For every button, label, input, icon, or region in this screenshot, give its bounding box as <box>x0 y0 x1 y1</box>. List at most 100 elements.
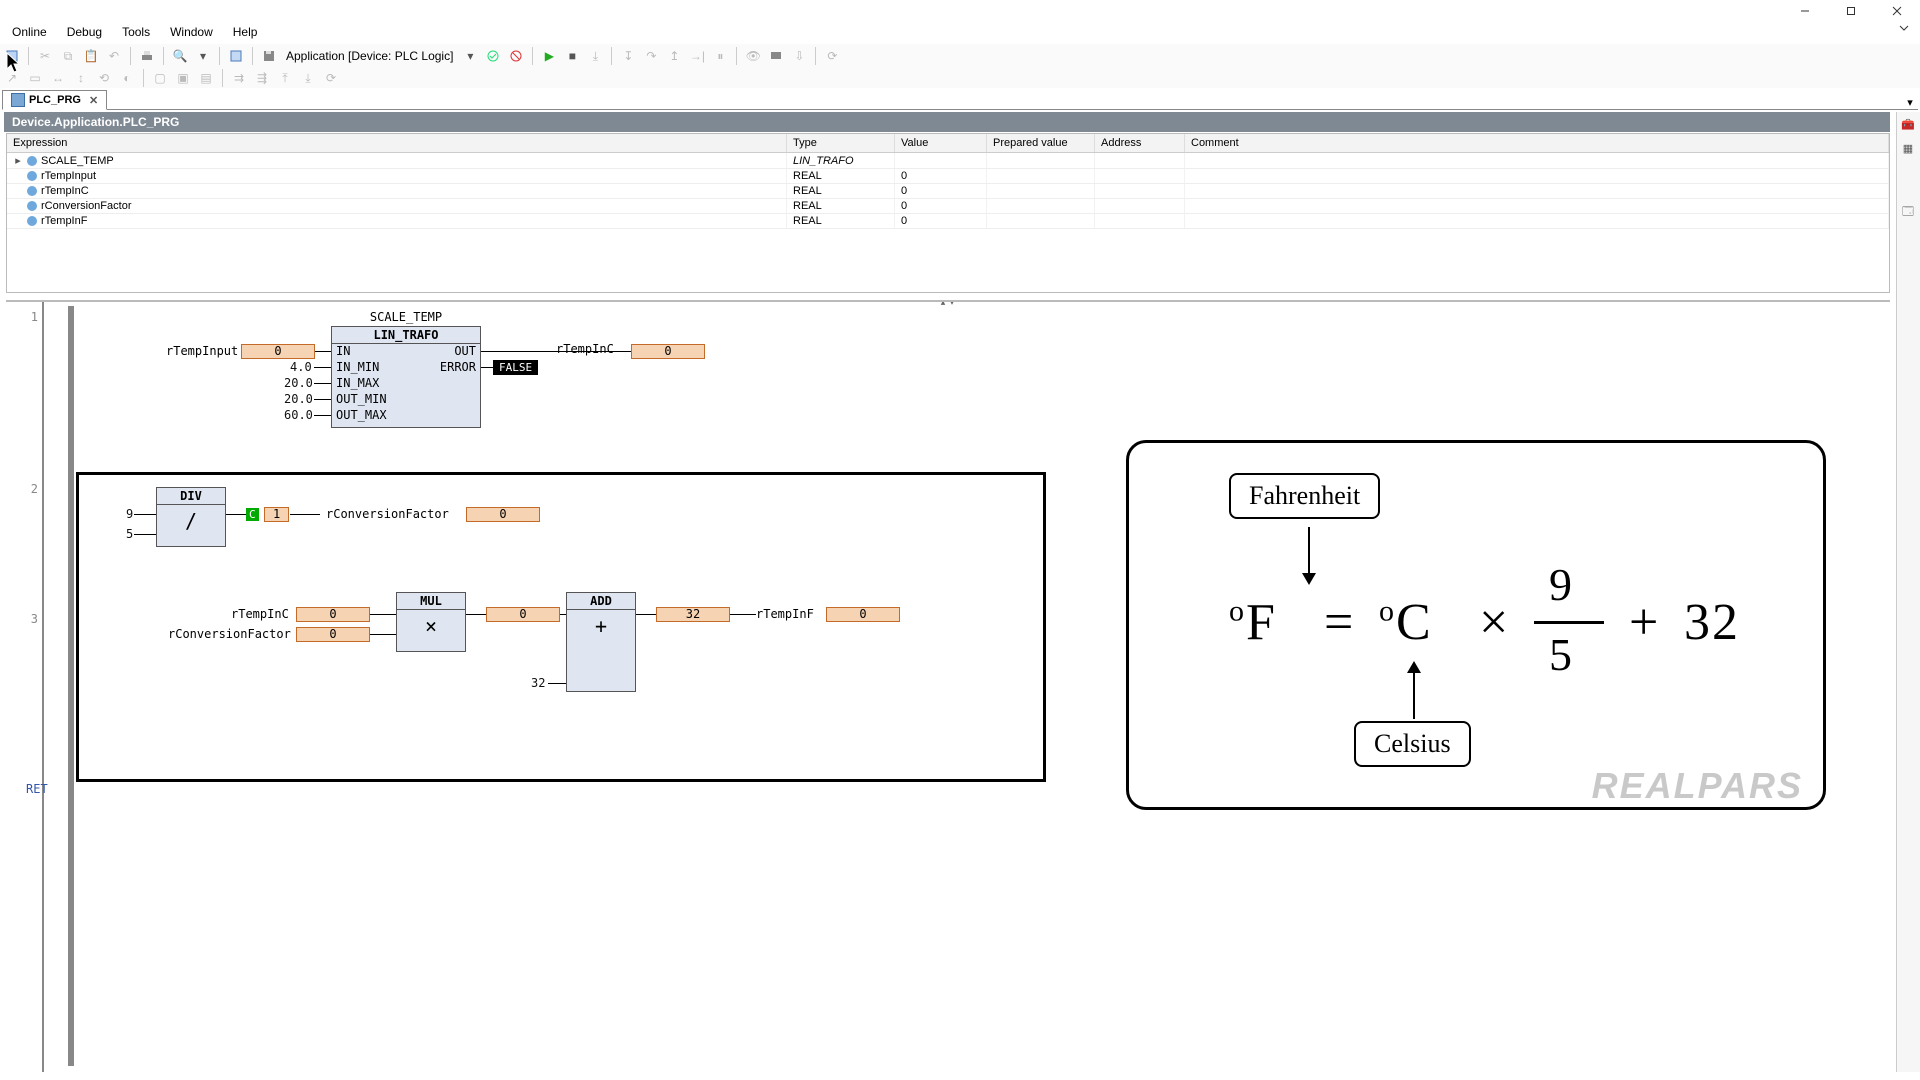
menubar-collapse-icon[interactable] <box>1898 22 1910 37</box>
tool-watch-icon[interactable]: 👁 <box>743 46 763 66</box>
tab-close-icon[interactable]: ✕ <box>85 94 98 107</box>
cfc-tool-7-icon[interactable]: ▢ <box>150 68 170 88</box>
tool-build-icon[interactable] <box>226 46 246 66</box>
var-rtempinc-label[interactable]: rTempInC <box>231 607 289 621</box>
const-out-min[interactable]: 20.0 <box>284 392 313 406</box>
col-expression[interactable]: Expression <box>7 134 787 152</box>
value-rtempinf[interactable]: 0 <box>826 607 900 622</box>
tool-paste-icon[interactable]: 📋 <box>81 46 101 66</box>
menu-window[interactable]: Window <box>160 22 223 42</box>
var-value[interactable]: 0 <box>895 214 987 228</box>
tool-stop-icon[interactable]: ■ <box>562 46 582 66</box>
table-row[interactable]: rTempInC REAL 0 <box>7 184 1889 199</box>
menu-online[interactable]: Online <box>2 22 57 42</box>
menu-tools[interactable]: Tools <box>112 22 160 42</box>
tool-cut-icon[interactable]: ✂ <box>35 46 55 66</box>
port-out[interactable]: OUT <box>454 344 476 358</box>
port-in-max[interactable]: IN_MAX <box>336 376 379 390</box>
cfc-tool-8-icon[interactable]: ▣ <box>173 68 193 88</box>
tool-stepout-icon[interactable]: ↥ <box>664 46 684 66</box>
port-error[interactable]: ERROR <box>440 360 476 374</box>
value-rtempinput[interactable]: 0 <box>241 344 315 359</box>
cfc-tool-5-icon[interactable]: ⟲ <box>94 68 114 88</box>
var-prepared[interactable] <box>987 184 1095 198</box>
tool-copy-icon[interactable]: ⧉ <box>58 46 78 66</box>
value-add-a[interactable]: 32 <box>656 607 730 622</box>
value-div-out[interactable]: 1 <box>264 507 289 522</box>
var-value[interactable]: 0 <box>895 184 987 198</box>
tool-display-icon[interactable] <box>766 46 786 66</box>
const-9[interactable]: 9 <box>126 507 133 521</box>
var-value[interactable]: 0 <box>895 169 987 183</box>
tool-saveall-icon[interactable] <box>259 46 279 66</box>
col-address[interactable]: Address <box>1095 134 1185 152</box>
tool-print-icon[interactable] <box>137 46 157 66</box>
value-rconversionfactor[interactable]: 0 <box>466 507 540 522</box>
tool-undo-icon[interactable]: ↶ <box>104 46 124 66</box>
tool-logout-icon[interactable] <box>506 46 526 66</box>
port-in[interactable]: IN <box>336 344 350 358</box>
tool-stepover-icon[interactable]: ↷ <box>641 46 661 66</box>
col-prepared[interactable]: Prepared value <box>987 134 1095 152</box>
cfc-tool-3-icon[interactable]: ↔ <box>48 68 68 88</box>
op-mul[interactable]: MUL × <box>396 592 466 652</box>
var-rtempinput-label[interactable]: rTempInput <box>166 344 238 358</box>
cfc-tool-9-icon[interactable]: ▤ <box>196 68 216 88</box>
window-minimize-button[interactable] <box>1782 0 1828 22</box>
value-mul-out[interactable]: 0 <box>486 607 560 622</box>
window-close-button[interactable] <box>1874 0 1920 22</box>
tool-step-icon[interactable]: ⤓ <box>585 46 605 66</box>
col-value[interactable]: Value <box>895 134 987 152</box>
tool-find-dropdown-icon[interactable]: ▾ <box>193 46 213 66</box>
table-row[interactable]: ▸SCALE_TEMP LIN_TRAFO <box>7 153 1889 169</box>
table-row[interactable]: rConversionFactor REAL 0 <box>7 199 1889 214</box>
tab-plc-prg[interactable]: PLC_PRG ✕ <box>2 90 107 110</box>
value-rtempinc-2[interactable]: 0 <box>296 607 370 622</box>
tool-force-icon[interactable]: ⇩ <box>789 46 809 66</box>
var-value[interactable] <box>895 153 987 168</box>
col-type[interactable]: Type <box>787 134 895 152</box>
const-in-max[interactable]: 20.0 <box>284 376 313 390</box>
var-rconversionfactor-label[interactable]: rConversionFactor <box>326 507 449 521</box>
value-rconversionfactor-2[interactable]: 0 <box>296 627 370 642</box>
op-div[interactable]: DIV / <box>156 487 226 547</box>
tool-find-icon[interactable]: 🔍 <box>170 46 190 66</box>
menu-debug[interactable]: Debug <box>57 22 112 42</box>
cfc-tool-12-icon[interactable]: ⤒ <box>275 68 295 88</box>
var-prepared[interactable] <box>987 199 1095 213</box>
value-error[interactable]: FALSE <box>493 360 538 375</box>
var-rtempinf-label[interactable]: rTempInF <box>756 607 814 621</box>
rail-props-icon[interactable]: 🗔 <box>1897 200 1919 224</box>
cfc-tool-11-icon[interactable]: ⇶ <box>252 68 272 88</box>
var-prepared[interactable] <box>987 153 1095 168</box>
cfc-tool-6-icon[interactable]: ◐ <box>117 68 137 88</box>
port-out-max[interactable]: OUT_MAX <box>336 408 387 422</box>
var-prepared[interactable] <box>987 169 1095 183</box>
op-add[interactable]: ADD + <box>566 592 636 692</box>
tool-stepinto-icon[interactable]: ↧ <box>618 46 638 66</box>
table-row[interactable]: rTempInF REAL 0 <box>7 214 1889 229</box>
rail-toolbox-icon[interactable]: 🧰 <box>1897 112 1919 136</box>
menu-help[interactable]: Help <box>223 22 268 42</box>
cfc-tool-10-icon[interactable]: ⇉ <box>229 68 249 88</box>
rail-visual-icon[interactable]: ▦ <box>1897 136 1919 160</box>
window-maximize-button[interactable] <box>1828 0 1874 22</box>
tab-list-dropdown-icon[interactable]: ▾ <box>1902 96 1918 109</box>
var-value[interactable]: 0 <box>895 199 987 213</box>
var-prepared[interactable] <box>987 214 1095 228</box>
tool-runto-icon[interactable]: →| <box>687 46 707 66</box>
toolbar-application-label[interactable]: Application [Device: PLC Logic] <box>282 49 457 63</box>
port-out-min[interactable]: OUT_MIN <box>336 392 387 406</box>
const-5[interactable]: 5 <box>126 527 133 541</box>
const-32[interactable]: 32 <box>531 676 545 690</box>
value-rtempinc[interactable]: 0 <box>631 344 705 359</box>
row-expander-icon[interactable]: ▸ <box>13 154 23 167</box>
var-rconversionfactor-label-2[interactable]: rConversionFactor <box>168 627 291 641</box>
cfc-tool-2-icon[interactable]: ▭ <box>25 68 45 88</box>
col-comment[interactable]: Comment <box>1185 134 1889 152</box>
tool-break-icon[interactable]: ⏸ <box>710 46 730 66</box>
cfc-tool-13-icon[interactable]: ⤓ <box>298 68 318 88</box>
const-out-max[interactable]: 60.0 <box>284 408 313 422</box>
cfc-tool-4-icon[interactable]: ↕ <box>71 68 91 88</box>
fb-instance-label[interactable]: SCALE_TEMP <box>351 310 461 324</box>
